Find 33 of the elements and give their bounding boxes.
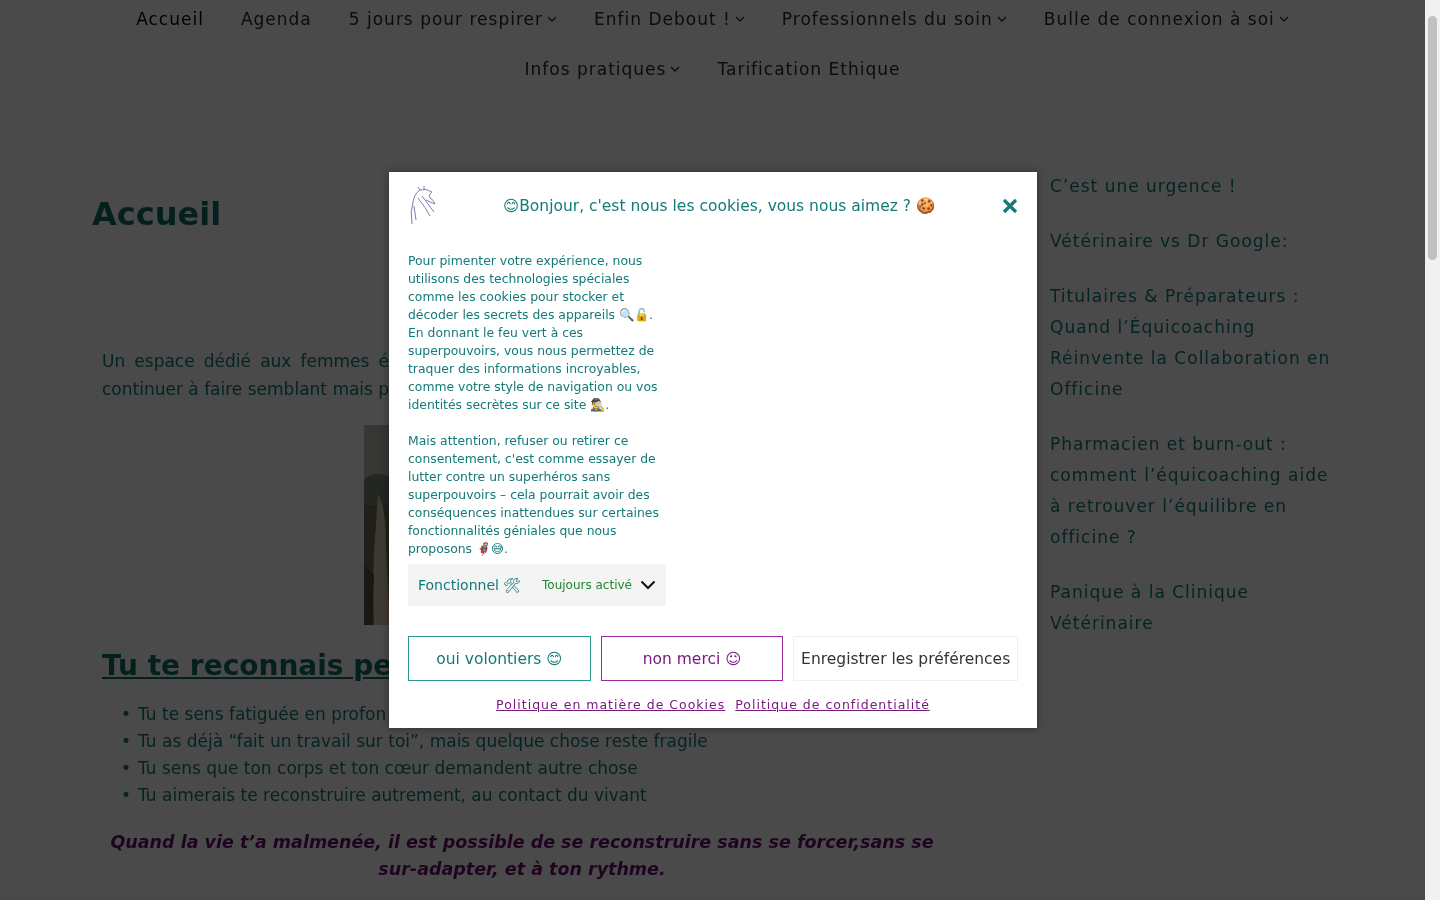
dialog-title: 😊Bonjour, c'est nous les cookies, vous nous aimez ? 🍪 bbox=[503, 197, 935, 215]
bullet-marker: • bbox=[121, 731, 132, 752]
intro-text: continuer à faire semblant mais p bbox=[102, 378, 389, 401]
bullet-item: Tu aimerais te reconstruire autrement, au contact du vivant bbox=[138, 785, 647, 806]
nav-link[interactable]: Tarification Ethique bbox=[717, 59, 901, 79]
bullet-marker: • bbox=[121, 758, 132, 779]
quote-text: Quand la vie t’a malmenée, il est possible de se reconstruire sans se forcer,sans se bbox=[110, 831, 934, 855]
horse-logo-icon bbox=[408, 186, 436, 226]
accept-button[interactable]: oui volontiers 😊 bbox=[408, 636, 591, 681]
category-label: Fonctionnel 🛠 bbox=[418, 577, 523, 593]
save-preferences-button[interactable]: Enregistrer les préférences bbox=[793, 636, 1018, 681]
bullet-item: Tu te sens fatiguée en profon bbox=[138, 704, 387, 725]
category-row[interactable]: Fonctionnel 🛠 Toujours activé bbox=[408, 564, 666, 606]
nav-link[interactable]: Agenda bbox=[240, 9, 312, 29]
chevron-down-icon[interactable] bbox=[640, 580, 656, 590]
quote-text: sur-adapter, et à ton rythme. bbox=[378, 858, 666, 882]
category-status: Toujours activé bbox=[542, 578, 632, 592]
close-button[interactable] bbox=[1002, 198, 1018, 214]
policy-link[interactable]: Politique de confidentialité bbox=[735, 697, 930, 712]
consent-text: Mais attention, refuser ou retirer ce consentement, c'est comme essayer de lutter contre un superhéros sans superpouvoirs – cela pourrait avoir des conséquences inattendues sur certaines fonctionnalités géniales que nous proposons 🦸😅. bbox=[408, 432, 660, 558]
bullet-marker: • bbox=[121, 785, 132, 806]
page-title: Accueil bbox=[92, 194, 222, 235]
bullet-marker: • bbox=[121, 704, 132, 725]
intro-text: Un espace dédié aux femmes é bbox=[102, 350, 389, 373]
policy-link[interactable]: Politique en matière de Cookies bbox=[496, 697, 726, 712]
scrollbar[interactable] bbox=[1425, 0, 1440, 900]
bullet-item: Tu as déjà “fait un travail sur toi”, mais quelque chose reste fragile bbox=[138, 731, 708, 752]
bullet-item: Tu sens que ton corps et ton cœur demandent autre chose bbox=[138, 758, 638, 779]
section-heading: Tu te reconnais pe bbox=[102, 650, 393, 683]
nav-link[interactable]: Accueil bbox=[136, 9, 204, 29]
consent-text: Pour pimenter votre expérience, nous utilisons des technologies spéciales comme les cookies pour stocker et décoder les secrets des appareils 🔍🔓. En donnant le feu vert à ces superpouvoirs, vous nous permettez de traquer des informations incroyables, comme votre style de navigation ou vos identités secrètes sur ce site 🕵‍♂. bbox=[408, 252, 659, 414]
scrollbar-thumb[interactable] bbox=[1428, 16, 1437, 260]
deny-button[interactable]: non merci ☺ bbox=[600, 636, 784, 681]
